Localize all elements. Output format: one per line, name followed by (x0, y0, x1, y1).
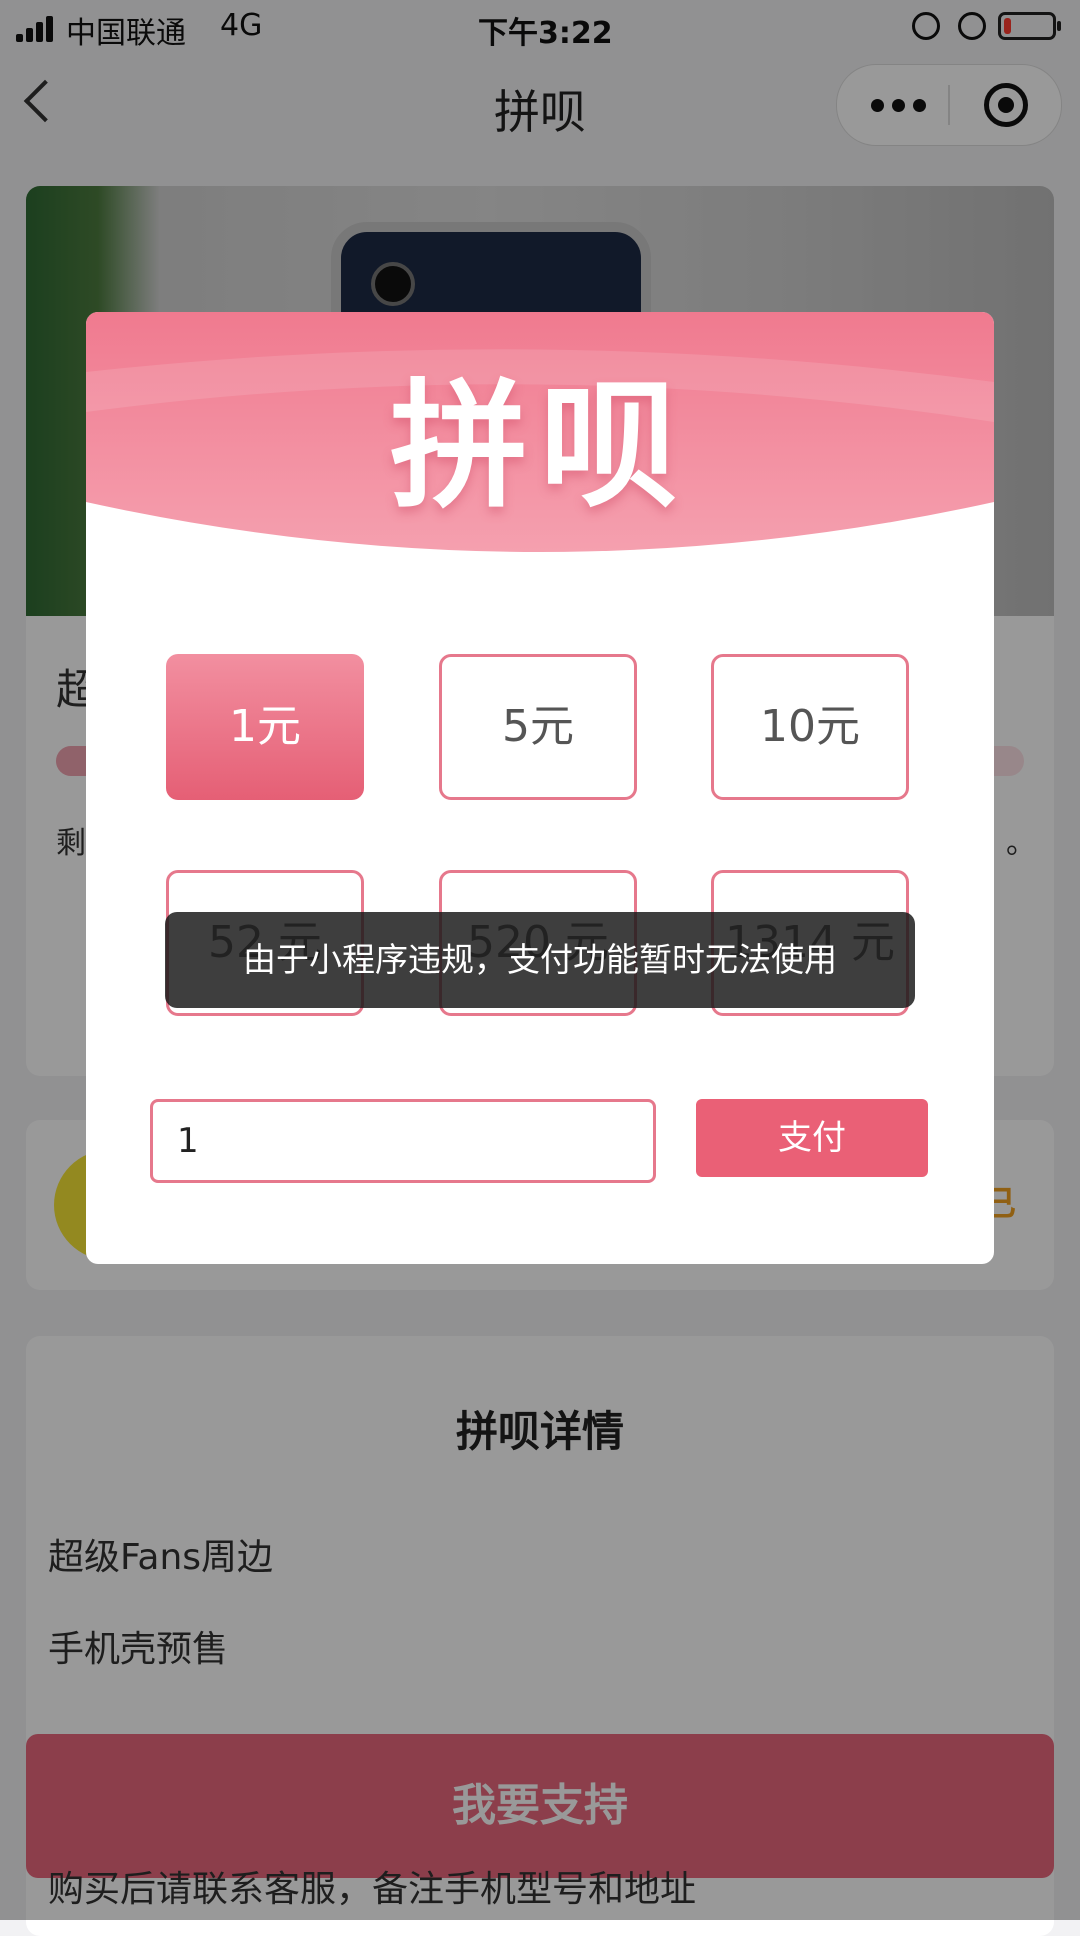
pay-button[interactable]: 支付 (696, 1099, 928, 1177)
amount-option[interactable]: 10元 (711, 654, 909, 800)
amount-input[interactable]: 1 (150, 1099, 656, 1183)
modal-banner-text: 拼呗 (389, 366, 690, 527)
amount-option[interactable]: 1元 (166, 654, 364, 800)
error-toast: 由于小程序违规，支付功能暂时无法使用 (165, 912, 915, 1008)
amount-option[interactable]: 5元 (439, 654, 637, 800)
payment-modal: 拼呗 1元 5元 10元 52 元 520 元 1314 元 1 支付 (86, 312, 994, 1264)
